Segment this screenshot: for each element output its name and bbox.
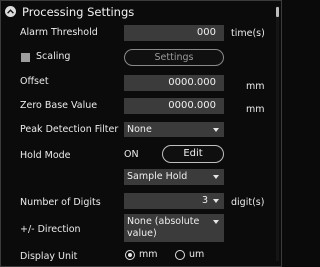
hold-mode-label: Hold Mode [20, 150, 71, 161]
hold-mode-value: Sample Hold [127, 171, 188, 182]
zero-base-unit: mm [246, 104, 265, 115]
section-title: Processing Settings [22, 5, 135, 19]
chevron-down-icon [213, 128, 219, 132]
direction-value-line2: value) [127, 228, 157, 239]
alarm-threshold-unit: time(s) [231, 28, 265, 39]
offset-unit: mm [246, 81, 265, 92]
scrollbar-thumb[interactable] [276, 7, 279, 17]
zero-base-input[interactable]: 0000.000 [124, 98, 224, 114]
chevron-down-icon [213, 220, 219, 224]
digits-select[interactable]: 3 [124, 193, 224, 209]
scaling-checkbox[interactable] [21, 53, 30, 62]
processing-settings-panel: Processing Settings Alarm Threshold 000 … [0, 0, 282, 267]
digits-value: 3 [201, 195, 208, 206]
digits-unit: digit(s) [231, 197, 265, 208]
peak-filter-label: Peak Detection Filter [20, 124, 119, 135]
section-header[interactable]: Processing Settings [1, 1, 281, 23]
display-unit-radio-mm[interactable] [125, 250, 135, 260]
chevron-down-icon [213, 175, 219, 179]
display-unit-label: Display Unit [20, 251, 78, 262]
offset-input[interactable]: 0000.000 [124, 75, 224, 91]
offset-label: Offset [20, 76, 49, 87]
display-unit-radio-um[interactable] [175, 250, 185, 260]
digits-label: Number of Digits [20, 197, 101, 208]
chevron-down-icon [213, 199, 219, 203]
scrollbar-track[interactable] [276, 6, 279, 261]
zero-base-label: Zero Base Value [20, 100, 98, 111]
direction-value-line1: None (absolute [127, 216, 200, 227]
display-unit-mm-label: mm [139, 249, 158, 260]
direction-label: +/- Direction [20, 224, 81, 235]
hold-mode-select[interactable]: Sample Hold [124, 169, 224, 185]
alarm-threshold-label: Alarm Threshold [20, 27, 98, 38]
alarm-threshold-input[interactable]: 000 [124, 25, 224, 41]
peak-filter-value: None [127, 124, 152, 135]
peak-filter-select[interactable]: None [124, 122, 224, 137]
scaling-label: Scaling [36, 51, 71, 62]
display-unit-um-label: um [189, 249, 205, 260]
collapse-icon[interactable] [5, 6, 16, 17]
hold-mode-edit-button[interactable]: Edit [162, 145, 224, 163]
direction-select[interactable]: None (absolute value) [124, 214, 224, 242]
scaling-settings-button[interactable]: Settings [124, 49, 224, 66]
hold-mode-state: ON [124, 149, 139, 160]
